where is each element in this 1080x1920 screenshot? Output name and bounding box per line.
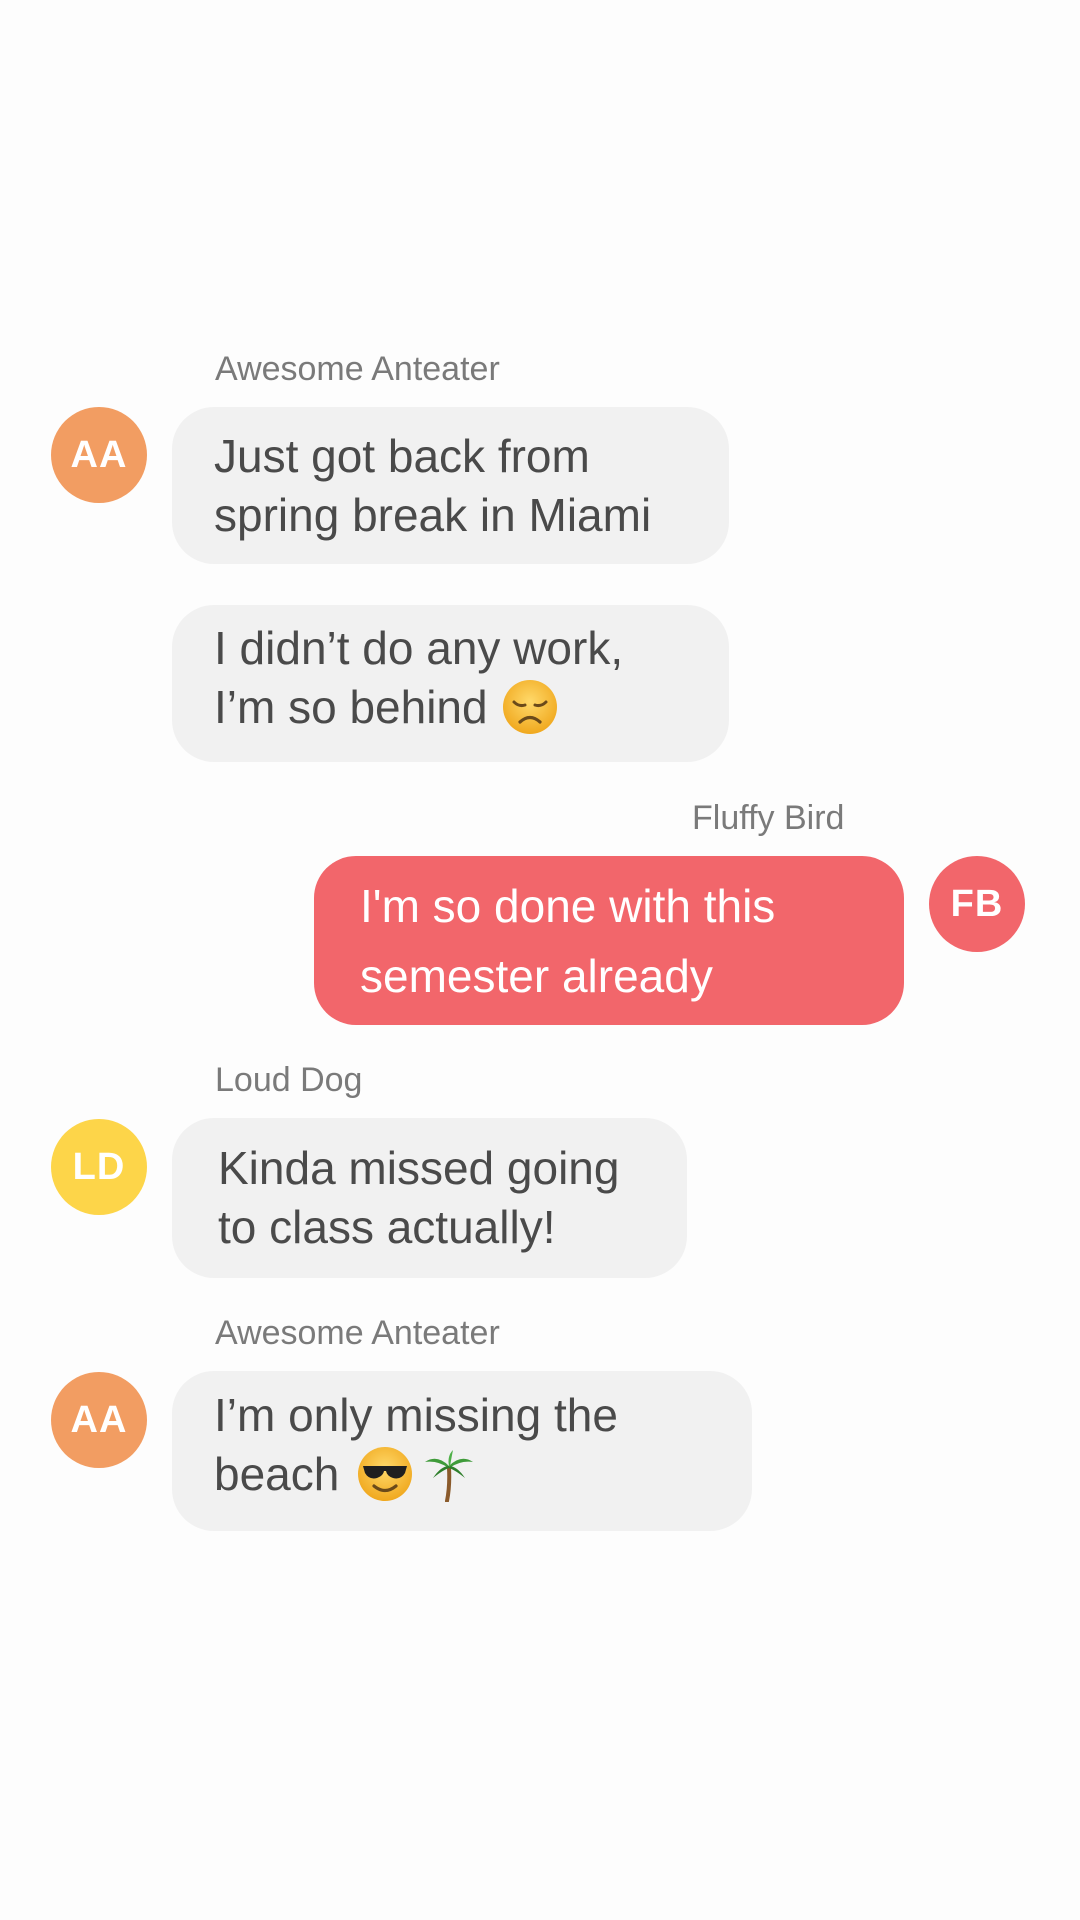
avatar[interactable]: FB [929,856,1025,952]
sender-name: Loud Dog [215,1061,363,1099]
sender-name: Awesome Anteater [215,350,500,388]
message-line: Just got back from [214,429,590,482]
message-bubble[interactable]: Kinda missed going to class actually! [172,1118,687,1278]
avatar[interactable]: LD [51,1119,147,1215]
message-line: semester already [360,949,713,1002]
message-text: I'm so done with this semester already [360,871,775,1011]
avatar[interactable]: AA [51,1372,147,1468]
smiling-face-with-sunglasses-icon [357,1446,413,1516]
message-text: I’m only missing the beach [214,1386,618,1516]
message-bubble[interactable]: I’m only missing the beach [172,1371,752,1531]
message-line: I didn’t do any work, [214,621,624,674]
message-text: Just got back from spring break in Miami [214,427,651,545]
avatar[interactable]: AA [51,407,147,503]
message-line: to class actually! [218,1201,556,1253]
message-text: I didn’t do any work, I’m so behind [214,619,623,749]
message-line: I’m so behind [214,680,488,733]
sender-name: Fluffy Bird [692,799,845,837]
message-bubble[interactable]: I'm so done with this semester already [314,856,904,1025]
chat-thread: Awesome Anteater AA Just got back from s… [0,0,1080,1920]
message-line: I’m only missing the [214,1389,618,1441]
sender-name: Awesome Anteater [215,1314,500,1352]
disappointed-face-icon [502,679,558,749]
message-bubble[interactable]: I didn’t do any work, I’m so behind [172,605,729,762]
message-line: beach [214,1448,340,1500]
palm-tree-icon [423,1446,475,1516]
message-bubble[interactable]: Just got back from spring break in Miami [172,407,729,564]
message-line: Kinda missed going [218,1142,620,1194]
message-line: I'm so done with this [360,879,776,932]
message-text: Kinda missed going to class actually! [218,1139,619,1257]
message-line: spring break in Miami [214,488,652,541]
